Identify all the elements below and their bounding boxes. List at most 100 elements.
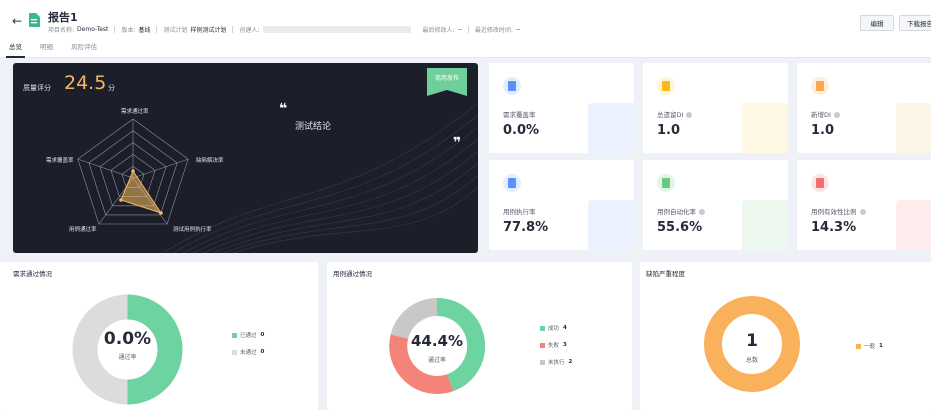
tab-details[interactable]: 明细 bbox=[31, 38, 62, 58]
metric-label: 用例有效性比例 bbox=[811, 208, 857, 216]
metric-label-with-info: 用例有效性比例 bbox=[811, 206, 866, 216]
legend-swatch bbox=[856, 343, 861, 349]
legend-item-normal[interactable]: 一般 1 bbox=[856, 342, 883, 350]
legend-swatch bbox=[540, 325, 545, 331]
watermark-icon bbox=[896, 103, 931, 153]
panel-title: 缺陷严重程度 bbox=[646, 270, 685, 278]
metric-label: 用例自动化率 bbox=[657, 208, 696, 216]
meta-project-label: 项目名称: bbox=[48, 27, 75, 34]
watermark-icon bbox=[588, 200, 634, 250]
legend-label: 已通过 bbox=[240, 333, 257, 339]
metric-label: 用例执行率 bbox=[503, 208, 536, 216]
watermark-icon bbox=[588, 103, 634, 153]
legend-swatch bbox=[540, 359, 545, 365]
radar-axis-case-exec: 测试用例执行率 bbox=[173, 227, 212, 233]
donut-center-value: 44.4% bbox=[410, 332, 464, 350]
requirement-donut-chart bbox=[72, 294, 183, 405]
case-pass-panel: 用例通过情况 44.4% 通过率 成功 4 失败 3 未执行 2 bbox=[327, 262, 632, 410]
tab-overview[interactable]: 总览 bbox=[0, 38, 31, 58]
legend-count: 0 bbox=[260, 332, 265, 338]
watermark-icon bbox=[742, 103, 788, 153]
metric-value: 55.6% bbox=[657, 220, 703, 235]
donut-center-value: 1 bbox=[746, 331, 758, 351]
legend-item-failed[interactable]: 未通过 0 bbox=[232, 348, 264, 356]
legend-count: 3 bbox=[563, 342, 567, 348]
meta-version-value: 基线 bbox=[138, 27, 151, 34]
meta-modifier-label: 最后修改人: bbox=[422, 27, 455, 34]
legend-item-not-run[interactable]: 未执行 2 bbox=[540, 358, 572, 366]
tab-risk-assessment[interactable]: 风险评估 bbox=[62, 38, 106, 58]
legend-label: 未通过 bbox=[240, 350, 257, 356]
meta-plan-value: 样例测试计划 bbox=[190, 27, 227, 34]
report-meta: 项目名称: Demo-Test 版本: 基线 测试计划 样例测试计划 创建人: … bbox=[48, 25, 520, 34]
metric-label: 新增DI bbox=[811, 111, 831, 119]
legend-swatch bbox=[232, 332, 237, 338]
metric-value: 1.0 bbox=[811, 123, 835, 138]
metric-value: 1.0 bbox=[657, 123, 681, 138]
metric-card-new-di: 新增DI 1.0 bbox=[797, 63, 931, 153]
legend-label: 成功 bbox=[548, 326, 560, 332]
legend-swatch bbox=[232, 349, 237, 355]
report-title: 报告1 bbox=[48, 11, 78, 24]
metric-label: 总遗留DI bbox=[657, 111, 684, 119]
automation-doc-icon bbox=[657, 174, 675, 192]
report-doc-icon bbox=[29, 13, 40, 27]
legend-label: 一般 bbox=[864, 344, 876, 350]
download-report-button[interactable]: 下载报告 bbox=[899, 15, 931, 31]
legend-swatch bbox=[540, 342, 545, 348]
legend-label: 失败 bbox=[548, 343, 560, 349]
legend-count: 0 bbox=[260, 349, 265, 355]
metric-label-with-info: 用例自动化率 bbox=[657, 206, 705, 216]
report-header: ← 报告1 项目名称: Demo-Test 版本: 基线 测试计划 样例测试计划… bbox=[0, 0, 931, 58]
info-icon[interactable] bbox=[686, 112, 693, 118]
legend-label: 未执行 bbox=[548, 360, 565, 366]
tab-bar: 总览 明细 风险评估 bbox=[0, 38, 106, 58]
metric-card-total-di: 总遗留DI 1.0 bbox=[643, 63, 788, 153]
execution-doc-icon bbox=[503, 174, 521, 192]
metric-card-req-coverage: 需求覆盖率 0.0% bbox=[489, 63, 634, 153]
quality-score-panel: 质量评分 24.5 分 商用发布 ❝ 测试结论 ❞ 需求通过率 缺陷解决率 测试… bbox=[13, 63, 478, 253]
metric-card-case-exec: 用例执行率 77.8% bbox=[489, 160, 634, 250]
info-icon[interactable] bbox=[699, 209, 705, 215]
meta-modified-time-label: 最近修改时间: bbox=[474, 27, 513, 34]
di-doc-icon bbox=[657, 77, 675, 95]
meta-plan-label: 测试计划 bbox=[163, 27, 188, 34]
legend-count: 2 bbox=[568, 359, 573, 365]
radar-axis-req-pass: 需求通过率 bbox=[121, 109, 149, 115]
metric-card-validity: 用例有效性比例 14.3% bbox=[797, 160, 931, 250]
info-icon[interactable] bbox=[833, 112, 840, 118]
watermark-icon bbox=[742, 200, 788, 250]
metric-label: 需求覆盖率 bbox=[503, 111, 536, 119]
donut-center-label: 总数 bbox=[745, 357, 758, 364]
panel-title: 用例通过情况 bbox=[333, 270, 372, 278]
metric-value: 77.8% bbox=[503, 220, 549, 235]
legend-count: 1 bbox=[879, 343, 883, 349]
legend-item-passed[interactable]: 已通过 0 bbox=[232, 331, 264, 339]
radar-axis-req-coverage: 需求覆盖率 bbox=[46, 158, 74, 164]
donut-center-label: 通过率 bbox=[118, 354, 137, 361]
metric-value: 0.0% bbox=[503, 123, 540, 138]
coverage-doc-icon bbox=[503, 77, 521, 95]
metric-label-with-info: 新增DI bbox=[811, 109, 840, 119]
meta-version-label: 版本: bbox=[121, 27, 136, 34]
back-arrow-icon[interactable]: ← bbox=[12, 14, 22, 28]
edit-button[interactable]: 编辑 bbox=[860, 15, 894, 31]
legend-count: 4 bbox=[563, 325, 567, 331]
legend-item-success[interactable]: 成功 4 bbox=[540, 324, 567, 332]
metric-card-automation: 用例自动化率 55.6% bbox=[643, 160, 788, 250]
meta-creator-label: 创建人: bbox=[239, 27, 260, 34]
meta-modified-time-value: -- bbox=[515, 26, 521, 33]
meta-creator-redacted bbox=[262, 26, 411, 33]
new-di-doc-icon bbox=[811, 77, 829, 95]
metric-value: 14.3% bbox=[811, 220, 857, 235]
defect-severity-panel: 缺陷严重程度 1 总数 一般 1 bbox=[640, 262, 931, 410]
meta-modifier-value: -- bbox=[457, 26, 462, 33]
meta-project-value: Demo-Test bbox=[77, 26, 109, 33]
legend-item-fail[interactable]: 失败 3 bbox=[540, 341, 567, 349]
radar-axis-case-pass: 用例通过率 bbox=[69, 227, 97, 233]
requirement-pass-panel: 需求通过情况 0.0% 通过率 已通过 0 未通过 0 bbox=[0, 262, 318, 410]
watermark-icon bbox=[896, 200, 931, 250]
donut-center-label: 通过率 bbox=[427, 357, 446, 364]
metric-label-with-info: 总遗留DI bbox=[657, 109, 693, 119]
info-icon[interactable] bbox=[859, 209, 866, 215]
